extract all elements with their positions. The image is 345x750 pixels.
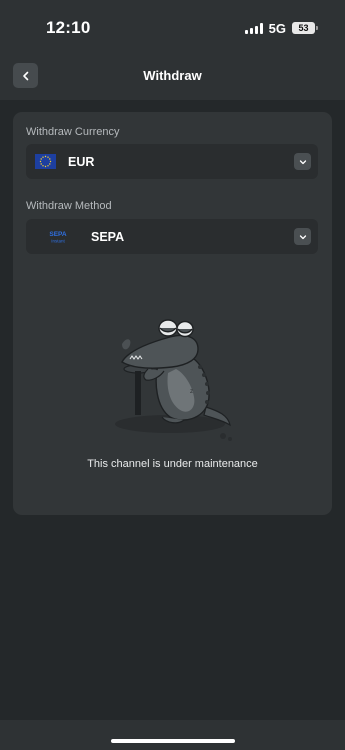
status-bar: 12:10 5G 53 xyxy=(0,0,345,50)
sepa-logo-subtext: Instant xyxy=(51,239,65,244)
eu-flag-icon xyxy=(35,154,56,169)
currency-select[interactable]: EUR xyxy=(26,144,318,179)
sepa-logo-text: SEPA xyxy=(49,231,67,238)
withdraw-screen: 12:10 5G 53 Withdraw Withdraw Currency E… xyxy=(0,0,345,750)
sleepy-crocodile-illustration: z xyxy=(115,319,232,441)
chevron-down-icon[interactable] xyxy=(294,153,311,170)
withdraw-card: Withdraw Currency EUR Withdraw Method SE… xyxy=(13,112,332,515)
page-title: Withdraw xyxy=(143,68,202,83)
withdraw-method-label: Withdraw Method xyxy=(26,200,112,212)
withdraw-currency-label: Withdraw Currency xyxy=(26,126,120,138)
battery-icon: 53 xyxy=(292,22,318,34)
method-select[interactable]: SEPA Instant SEPA xyxy=(26,219,318,254)
status-indicators: 5G 53 xyxy=(244,20,318,36)
network-type: 5G xyxy=(268,20,286,36)
method-value: SEPA xyxy=(91,230,125,244)
signal-icon xyxy=(244,22,263,34)
status-time: 12:10 xyxy=(46,18,91,37)
home-area xyxy=(0,720,345,750)
svg-text:z: z xyxy=(190,389,193,395)
sepa-logo-icon: SEPA Instant xyxy=(49,231,67,244)
home-indicator[interactable] xyxy=(111,739,235,743)
chevron-down-icon[interactable] xyxy=(294,228,311,245)
header: Withdraw xyxy=(0,50,345,100)
maintenance-message: This channel is under maintenance xyxy=(87,458,258,470)
currency-value: EUR xyxy=(68,155,95,169)
